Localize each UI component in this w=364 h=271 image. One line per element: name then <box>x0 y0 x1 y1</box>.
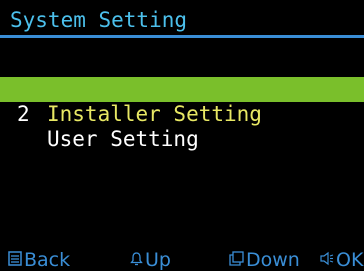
down-label: Down <box>246 249 300 271</box>
copy-icon <box>229 250 244 270</box>
title-bar: System Setting <box>0 0 364 40</box>
menu-item-label: User Setting <box>47 127 199 151</box>
menu-item-user-setting[interactable]: 2 User Setting <box>0 77 364 151</box>
back-softkey[interactable]: Back <box>8 250 70 270</box>
ok-label: OK <box>336 249 364 271</box>
bell-icon <box>130 250 143 270</box>
speaker-icon <box>320 250 334 270</box>
menu-item-number: 2 <box>17 102 30 126</box>
softkey-bar: Back Up Down OK <box>0 250 364 270</box>
menu-item-installer-setting[interactable]: 1 Installer Setting <box>0 52 364 126</box>
back-label: Back <box>24 249 71 271</box>
settings-menu: 1 Installer Setting 2 User Setting <box>0 52 364 151</box>
title-divider <box>0 35 364 38</box>
menu-item-label: Installer Setting <box>47 102 262 126</box>
page-title: System Setting <box>10 8 188 32</box>
ok-softkey[interactable]: OK <box>320 250 363 270</box>
up-label: Up <box>145 249 171 271</box>
down-softkey[interactable]: Down <box>229 250 300 270</box>
system-setting-screen: System Setting 1 Installer Setting 2 Use… <box>0 0 364 270</box>
up-softkey[interactable]: Up <box>130 250 171 270</box>
list-icon <box>8 250 22 270</box>
